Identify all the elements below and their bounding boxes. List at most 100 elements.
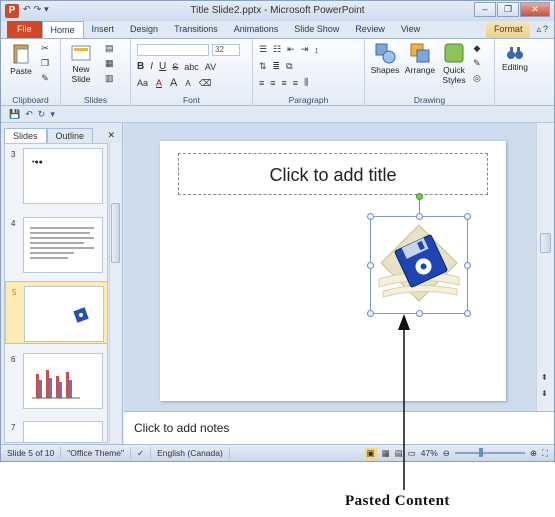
- help-icon[interactable]: ?: [543, 24, 548, 35]
- align-right-icon[interactable]: ≡: [282, 78, 287, 88]
- format-painter-icon[interactable]: ✎: [41, 73, 49, 84]
- current-slide[interactable]: Click to add title: [160, 141, 506, 401]
- increase-indent-icon[interactable]: ⇥: [301, 44, 309, 55]
- paste-button[interactable]: Paste: [7, 43, 35, 76]
- quick-styles-button[interactable]: Quick Styles: [439, 42, 469, 85]
- zoom-out-icon[interactable]: ⊖: [443, 448, 450, 459]
- resize-handle[interactable]: [416, 310, 423, 317]
- previous-slide-icon[interactable]: ⇞: [541, 373, 548, 382]
- align-center-icon[interactable]: ≡: [270, 78, 275, 88]
- tab-view[interactable]: View: [393, 21, 428, 38]
- smartart-icon[interactable]: ⧉: [286, 61, 292, 72]
- minimize-button[interactable]: –: [474, 2, 496, 17]
- shadow-button[interactable]: abc: [184, 62, 199, 72]
- zoom-slider-thumb[interactable]: [478, 448, 483, 457]
- tab-insert[interactable]: Insert: [84, 21, 123, 38]
- slide-thumbnail[interactable]: 4: [5, 213, 107, 276]
- resize-handle[interactable]: [367, 213, 374, 220]
- zoom-level[interactable]: 47%: [421, 448, 438, 458]
- tab-transitions[interactable]: Transitions: [166, 21, 226, 38]
- grow-font-button[interactable]: A: [170, 77, 177, 89]
- tab-animations[interactable]: Animations: [226, 21, 287, 38]
- minimize-ribbon-icon[interactable]: ▵: [536, 24, 541, 35]
- new-slide-button[interactable]: New Slide: [65, 43, 97, 84]
- shape-fill-icon[interactable]: ◆: [473, 43, 480, 54]
- clear-formatting-icon[interactable]: ⌫: [199, 78, 212, 89]
- maximize-button[interactable]: ❐: [497, 2, 519, 17]
- tab-slides[interactable]: Slides: [4, 128, 47, 143]
- columns-icon[interactable]: ⫼: [304, 77, 308, 88]
- slide-thumbnail[interactable]: 6: [5, 349, 107, 412]
- slide-thumbnail-selected[interactable]: 5: [5, 281, 107, 344]
- slide-scrollbar[interactable]: ⇞ ⇟: [536, 123, 554, 411]
- tab-outline[interactable]: Outline: [46, 128, 94, 143]
- resize-handle[interactable]: [367, 310, 374, 317]
- slide-sorter-icon[interactable]: ▦: [382, 448, 390, 459]
- align-left-icon[interactable]: ≡: [259, 78, 264, 88]
- bullets-icon[interactable]: ☰: [259, 44, 267, 55]
- normal-view-icon[interactable]: ▣: [364, 447, 377, 459]
- resize-handle[interactable]: [416, 213, 423, 220]
- bold-button[interactable]: B: [137, 61, 144, 72]
- rotate-handle[interactable]: [416, 193, 423, 200]
- font-name-combo[interactable]: [137, 44, 209, 56]
- numbering-icon[interactable]: ☷: [273, 44, 281, 55]
- customize-icon[interactable]: ▾: [50, 109, 55, 120]
- decrease-indent-icon[interactable]: ⇤: [287, 44, 295, 55]
- section-icon[interactable]: ▥: [105, 73, 114, 84]
- underline-button[interactable]: U: [159, 61, 166, 72]
- drawing-group: Shapes Arrange Quick Styles ◆ ✎ ◎ Drawin…: [365, 39, 495, 106]
- italic-button[interactable]: I: [150, 61, 153, 72]
- layout-icon[interactable]: ▤: [105, 43, 114, 54]
- scrollbar-thumb[interactable]: [540, 233, 551, 253]
- resize-handle[interactable]: [464, 262, 471, 269]
- spell-check-icon[interactable]: ✓: [131, 447, 152, 459]
- scrollbar-thumb[interactable]: [111, 203, 120, 263]
- shrink-font-button[interactable]: A: [185, 79, 190, 88]
- slide-show-icon[interactable]: ▭: [408, 448, 416, 459]
- next-slide-icon[interactable]: ⇟: [541, 389, 548, 398]
- shapes-button[interactable]: Shapes: [369, 42, 401, 75]
- pasted-picture[interactable]: [367, 193, 471, 317]
- undo-icon[interactable]: ↶: [25, 109, 33, 120]
- notes-pane[interactable]: Click to add notes: [124, 411, 554, 444]
- save-icon[interactable]: 💾: [9, 109, 20, 120]
- resize-handle[interactable]: [367, 262, 374, 269]
- tab-format[interactable]: Format: [485, 21, 531, 38]
- line-spacing-icon[interactable]: ↕: [314, 45, 319, 55]
- redo-icon[interactable]: ↻: [38, 109, 46, 120]
- font-color-button[interactable]: A: [156, 78, 162, 88]
- zoom-slider[interactable]: [454, 448, 525, 457]
- tab-design[interactable]: Design: [122, 21, 166, 38]
- font-size-combo[interactable]: 32: [212, 44, 240, 56]
- arrange-button[interactable]: Arrange: [403, 42, 437, 75]
- reading-view-icon[interactable]: ▤: [395, 448, 403, 459]
- fit-to-window-icon[interactable]: ⛶: [542, 448, 548, 459]
- language[interactable]: English (Canada): [151, 447, 230, 459]
- editing-button[interactable]: Editing: [497, 45, 533, 72]
- close-pane-icon[interactable]: ✕: [103, 128, 119, 143]
- copy-icon[interactable]: ❐: [41, 58, 49, 69]
- tab-review[interactable]: Review: [347, 21, 393, 38]
- tab-slide-show[interactable]: Slide Show: [286, 21, 347, 38]
- resize-handle[interactable]: [464, 213, 471, 220]
- slide-thumbnail[interactable]: 7: [5, 417, 107, 442]
- close-button[interactable]: ✕: [520, 2, 550, 17]
- resize-handle[interactable]: [464, 310, 471, 317]
- align-text-icon[interactable]: ≣: [273, 61, 281, 72]
- tab-file[interactable]: File: [7, 21, 42, 38]
- title-placeholder[interactable]: Click to add title: [178, 153, 488, 195]
- text-direction-icon[interactable]: ⇅: [259, 61, 267, 72]
- zoom-in-icon[interactable]: ⊕: [530, 448, 537, 459]
- change-case-button[interactable]: Aa: [137, 78, 148, 88]
- strikethrough-button[interactable]: S: [172, 62, 178, 72]
- reset-icon[interactable]: ▦: [105, 58, 114, 69]
- character-spacing-button[interactable]: AV: [205, 62, 216, 72]
- cut-icon[interactable]: ✂: [41, 43, 49, 54]
- justify-icon[interactable]: ≡: [293, 78, 298, 88]
- tab-home[interactable]: Home: [41, 21, 84, 38]
- slide-thumbnail[interactable]: 3 •●●: [5, 144, 107, 207]
- shape-outline-icon[interactable]: ✎: [473, 58, 481, 69]
- shape-effects-icon[interactable]: ◎: [473, 73, 481, 84]
- slides-pane-scrollbar[interactable]: [109, 143, 121, 443]
